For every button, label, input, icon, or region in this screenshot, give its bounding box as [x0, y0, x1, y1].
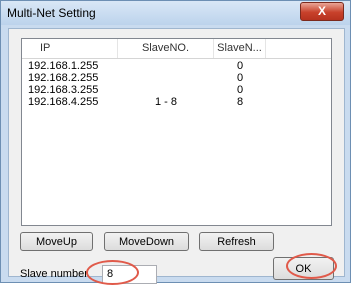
list-item[interactable]: 192.168.2.255 0 — [22, 72, 331, 84]
window-title: Multi-Net Setting — [7, 6, 96, 20]
cell-slave-count: 8 — [236, 96, 244, 108]
cell-slave-count: 0 — [236, 84, 244, 96]
cell-slave-no: 1 - 8 — [154, 96, 177, 108]
column-header-slave-count[interactable]: SlaveN... — [214, 39, 266, 58]
multi-net-setting-window: Multi-Net Setting X IP SlaveNO. SlaveN..… — [0, 0, 351, 285]
list-item[interactable]: 192.168.4.255 1 - 8 8 — [22, 96, 331, 108]
slave-number-label: Slave number — [20, 268, 88, 280]
cell-ip: 192.168.3.255 — [28, 84, 99, 96]
move-down-button[interactable]: MoveDown — [104, 232, 189, 251]
cell-slave-count: 0 — [236, 60, 244, 72]
cell-ip: 192.168.2.255 — [28, 72, 99, 84]
net-list[interactable]: IP SlaveNO. SlaveN... 192.168.1.255 0 19… — [21, 38, 332, 226]
list-item[interactable]: 192.168.1.255 0 — [22, 60, 331, 72]
column-header-slave-no[interactable]: SlaveNO. — [118, 39, 214, 58]
cell-slave-no — [118, 60, 214, 72]
highlight-circle-ok — [286, 253, 337, 279]
column-header-ip[interactable]: IP — [22, 39, 118, 58]
close-button[interactable]: X — [300, 2, 344, 21]
cell-ip: 192.168.1.255 — [28, 60, 99, 72]
list-item[interactable]: 192.168.3.255 0 — [22, 84, 331, 96]
list-header: IP SlaveNO. SlaveN... — [22, 39, 331, 59]
highlight-circle-slave-number — [86, 260, 139, 285]
dialog-body: IP SlaveNO. SlaveN... 192.168.1.255 0 19… — [8, 28, 345, 285]
title-bar: Multi-Net Setting X — [1, 1, 350, 25]
cell-slave-count: 0 — [236, 72, 244, 84]
cell-slave-no — [118, 84, 214, 96]
refresh-button[interactable]: Refresh — [199, 232, 274, 251]
cell-slave-no — [118, 72, 214, 84]
cell-ip: 192.168.4.255 — [28, 96, 99, 108]
move-up-button[interactable]: MoveUp — [20, 232, 93, 251]
